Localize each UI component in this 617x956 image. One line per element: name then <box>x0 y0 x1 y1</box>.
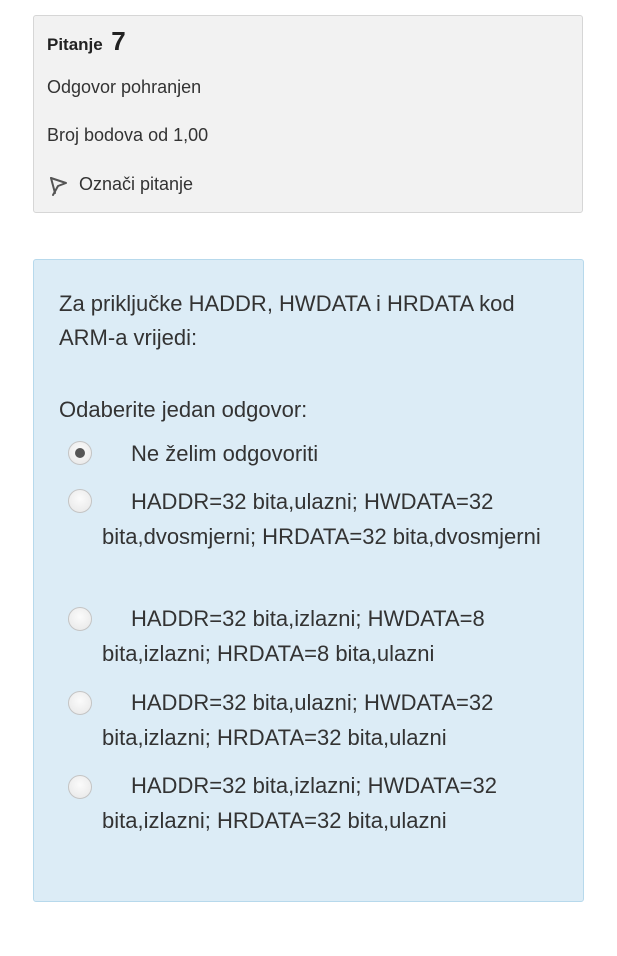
answer-prompt: Odaberite jedan odgovor: <box>59 397 308 422</box>
question-grade: Broj bodova od 1,00 <box>47 125 209 145</box>
flag-icon <box>47 175 69 197</box>
question-title: Pitanje 7 <box>47 26 126 57</box>
radio-button[interactable] <box>68 691 92 715</box>
question-state: Odgovor pohranjen <box>47 77 202 97</box>
answer-option-label: HADDR=32 bita,izlazni; HWDATA=32 bita,iz… <box>102 773 497 833</box>
flag-question-link[interactable]: Označi pitanje <box>47 171 193 197</box>
question-label: Pitanje <box>47 35 103 54</box>
radio-button[interactable] <box>68 441 92 465</box>
question-number: 7 <box>111 26 126 56</box>
radio-selected-dot <box>75 448 85 458</box>
question-info-panel: Pitanje 7 Odgovor pohranjen Broj bodova … <box>33 15 583 213</box>
answer-option-label: HADDR=32 bita,ulazni; HWDATA=32 bita,izl… <box>102 690 494 750</box>
question-content-panel: Za priključke HADDR, HWDATA i HRDATA kod… <box>33 259 584 902</box>
radio-button[interactable] <box>68 607 92 631</box>
answer-option-label: HADDR=32 bita,ulazni; HWDATA=32 bita,dvo… <box>102 489 541 549</box>
answer-option-label: HADDR=32 bita,izlazni; HWDATA=8 bita,izl… <box>102 606 485 666</box>
radio-button[interactable] <box>68 489 92 513</box>
radio-button[interactable] <box>68 775 92 799</box>
flag-question-label: Označi pitanje <box>79 173 194 194</box>
answer-option-label: Ne želim odgovoriti <box>131 441 319 466</box>
question-text: Za priključke HADDR, HWDATA i HRDATA kod… <box>59 291 515 350</box>
